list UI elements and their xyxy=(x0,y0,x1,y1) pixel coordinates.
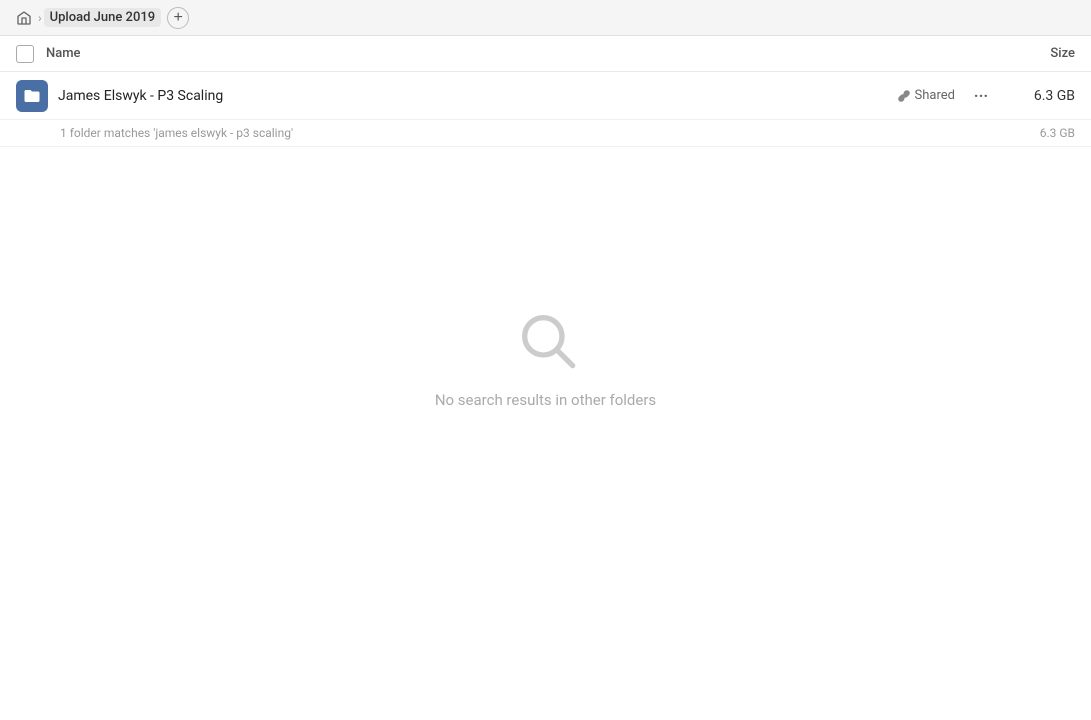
more-options-button[interactable]: ··· xyxy=(967,82,995,110)
add-tab-button[interactable]: + xyxy=(167,7,189,29)
link-icon xyxy=(897,89,911,103)
no-results-icon xyxy=(514,307,578,375)
shared-text: Shared xyxy=(915,88,955,103)
top-bar: › Upload June 2019 + xyxy=(0,0,1091,36)
match-size: 6.3 GB xyxy=(995,126,1075,140)
table-row[interactable]: James Elswyk - P3 Scaling Shared ··· 6.3… xyxy=(0,72,1091,120)
empty-state: No search results in other folders xyxy=(0,307,1091,409)
match-text: 1 folder matches 'james elswyk - p3 scal… xyxy=(60,126,995,140)
column-header-size: Size xyxy=(995,46,1075,61)
no-results-text: No search results in other folders xyxy=(435,391,656,409)
file-actions: Shared ··· xyxy=(897,82,995,110)
match-info-line: 1 folder matches 'james elswyk - p3 scal… xyxy=(0,120,1091,147)
table-header: Name Size xyxy=(0,36,1091,72)
shared-label: Shared xyxy=(897,88,955,103)
home-button[interactable] xyxy=(12,6,36,30)
file-name: James Elswyk - P3 Scaling xyxy=(58,88,897,104)
more-dots-icon: ··· xyxy=(974,86,988,105)
folder-icon xyxy=(16,80,48,112)
breadcrumb-label[interactable]: Upload June 2019 xyxy=(44,8,162,27)
select-all-checkbox[interactable] xyxy=(16,45,34,63)
column-header-name: Name xyxy=(46,46,995,61)
file-size: 6.3 GB xyxy=(995,88,1075,104)
breadcrumb-separator: › xyxy=(38,11,42,25)
